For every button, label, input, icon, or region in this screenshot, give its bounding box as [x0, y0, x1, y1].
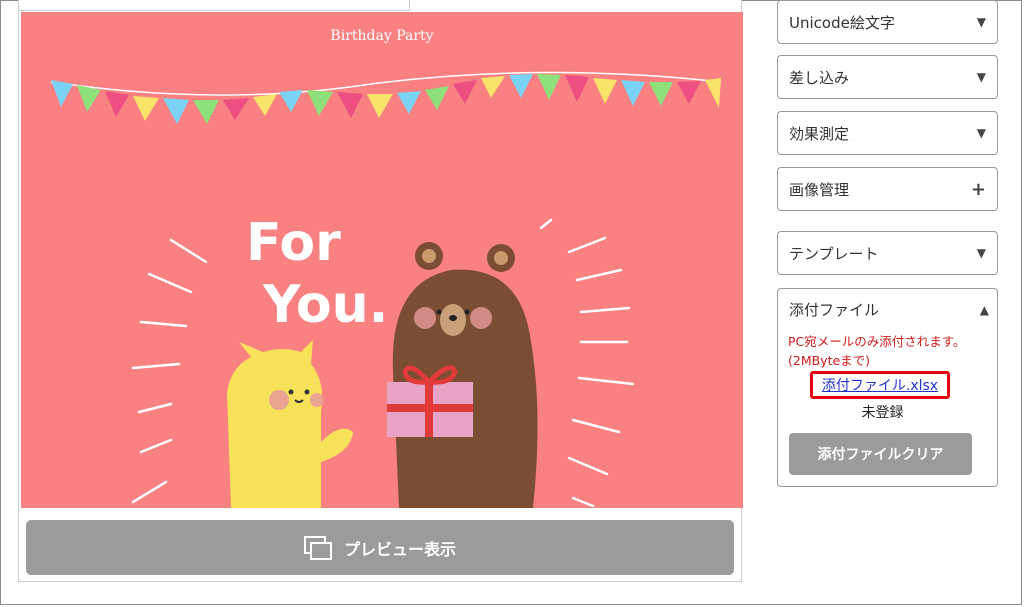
attachment-note-line2: (2MByteまで) — [788, 353, 871, 368]
headline-you: You. — [262, 275, 388, 335]
chevron-down-icon: ▼ — [976, 246, 986, 260]
window-copy-icon — [303, 535, 332, 560]
cat-character — [227, 340, 353, 508]
accordion-label: Unicode絵文字 — [789, 13, 895, 32]
attachment-file-link[interactable]: 添付ファイル.xlsx — [822, 375, 938, 395]
chevron-down-icon: ▼ — [976, 70, 986, 84]
attachment-header[interactable]: 添付ファイル ▲ — [789, 299, 989, 320]
accordion-effect-measurement[interactable]: 効果測定 ▼ — [777, 111, 998, 155]
attachment-title: 添付ファイル — [789, 301, 880, 319]
accordion-template[interactable]: テンプレート ▼ — [777, 231, 998, 275]
accordion-merge-fields[interactable]: 差し込み ▼ — [777, 55, 998, 99]
attachment-panel: 添付ファイル ▲ PC宛メールのみ添付されます。 (2MByteまで) 添付ファ… — [777, 288, 998, 487]
accordion-unicode-emoji[interactable]: Unicode絵文字 ▼ — [777, 0, 998, 44]
accordion-label: テンプレート — [789, 244, 879, 263]
attachment-note-line1: PC宛メールのみ添付されます。 — [788, 334, 966, 349]
preview-button-label: プレビュー表示 — [343, 539, 456, 559]
chevron-down-icon: ▼ — [976, 126, 986, 140]
accordion-label: 画像管理 — [789, 180, 850, 199]
accordion-label: 差し込み — [789, 68, 850, 87]
clear-attachment-button[interactable]: 添付ファイルクリア — [789, 433, 972, 475]
chevron-down-icon: ▼ — [976, 15, 986, 29]
birthday-illustration: For You. — [50, 71, 722, 508]
top-tab-strip — [19, 0, 410, 11]
plus-icon: + — [970, 178, 986, 200]
chevron-up-icon: ▲ — [979, 302, 989, 317]
email-canvas: Birthday Party For You. — [21, 12, 743, 508]
attachment-status: 未登録 — [861, 405, 904, 421]
accordion-label: 効果測定 — [789, 124, 850, 143]
bear-character — [387, 242, 538, 508]
accordion-image-management[interactable]: 画像管理 + — [777, 167, 998, 211]
headline-for: For — [246, 213, 341, 273]
attachment-note: PC宛メールのみ添付されます。 (2MByteまで) — [788, 332, 993, 370]
email-preview-panel: Birthday Party For You. プレビュー表示 — [18, 0, 743, 582]
sparkle-lines — [131, 218, 635, 508]
preview-button[interactable]: プレビュー表示 — [26, 520, 734, 575]
file-link-highlight: 添付ファイル.xlsx — [810, 371, 950, 399]
